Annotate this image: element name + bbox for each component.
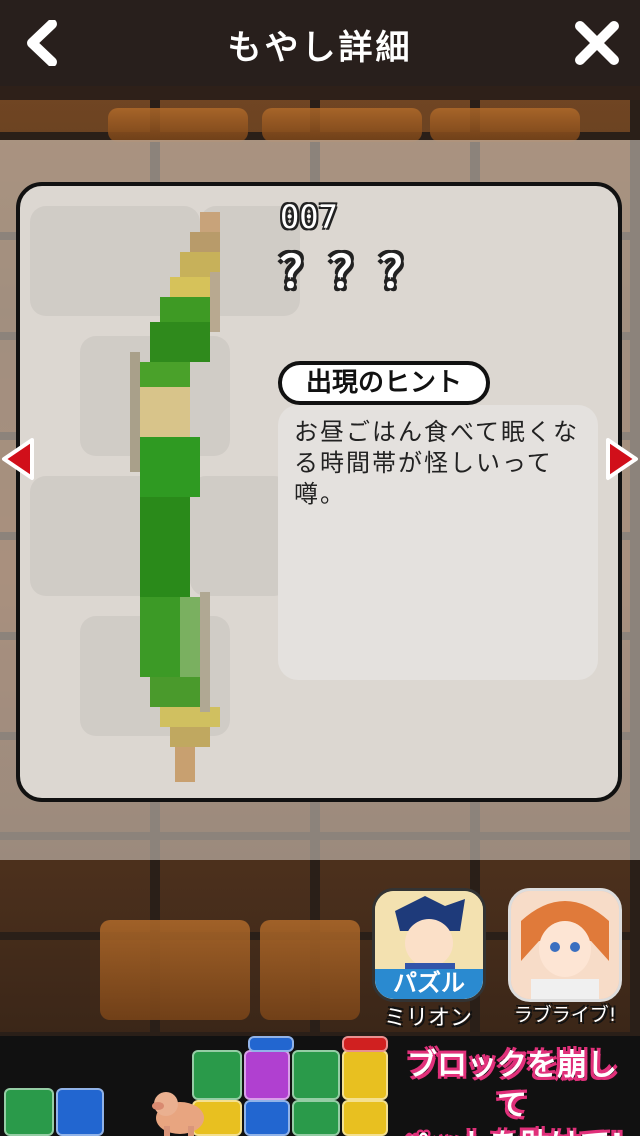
wall-brick bbox=[100, 920, 250, 1020]
promo-label-million: ミリオン bbox=[383, 1006, 472, 1031]
promo-label-lovelive: ラブライブ! bbox=[513, 1004, 617, 1026]
hint-text: お昼ごはん食べて眠くなる時間帯が怪しいって噂。 bbox=[278, 405, 598, 680]
close-button[interactable] bbox=[574, 20, 620, 66]
next-arrow-icon bbox=[606, 438, 638, 480]
ad-cube bbox=[342, 1036, 388, 1052]
ad-text-line2: ペットを助けて! bbox=[394, 1126, 630, 1136]
ad-banner[interactable]: ブロックを崩して ペットを助けて! bbox=[0, 1036, 640, 1136]
page-title: もやし詳細 bbox=[227, 28, 413, 68]
wall-brick bbox=[262, 108, 422, 142]
prev-arrow-icon bbox=[2, 438, 34, 480]
ad-cube bbox=[244, 1100, 290, 1136]
ad-cube bbox=[248, 1036, 294, 1052]
next-item-button[interactable] bbox=[604, 436, 640, 482]
promo-app-lovelive[interactable] bbox=[508, 888, 622, 1002]
app-icon-lovelive bbox=[511, 891, 619, 999]
ad-cube bbox=[292, 1100, 340, 1136]
header-bar: もやし詳細 bbox=[0, 0, 640, 86]
hint-label: 出現のヒント bbox=[278, 361, 490, 405]
close-icon bbox=[575, 21, 619, 65]
pig-icon bbox=[152, 1092, 204, 1136]
wall-brick bbox=[108, 108, 248, 142]
ad-headline: ブロックを崩して ペットを助けて! bbox=[394, 1046, 630, 1136]
bean-sprout-mosaic-image bbox=[130, 212, 220, 782]
ad-cube bbox=[56, 1088, 104, 1136]
ad-cube bbox=[244, 1050, 290, 1100]
ad-text-line1: ブロックを崩して bbox=[407, 1048, 617, 1123]
promo-app-million[interactable]: パズル bbox=[372, 888, 486, 1002]
ad-cube bbox=[342, 1100, 388, 1136]
prev-item-button[interactable] bbox=[0, 436, 36, 482]
ad-cube bbox=[342, 1050, 388, 1100]
wall-brick bbox=[260, 920, 360, 1020]
item-name: ？？？ bbox=[280, 247, 430, 298]
ad-cube bbox=[4, 1088, 54, 1136]
wall-brick bbox=[430, 108, 580, 142]
item-number: 007 bbox=[280, 198, 338, 236]
ad-cube bbox=[292, 1050, 340, 1100]
app-icon-million: パズル bbox=[375, 891, 483, 999]
app-banner-text: パズル bbox=[393, 969, 465, 997]
